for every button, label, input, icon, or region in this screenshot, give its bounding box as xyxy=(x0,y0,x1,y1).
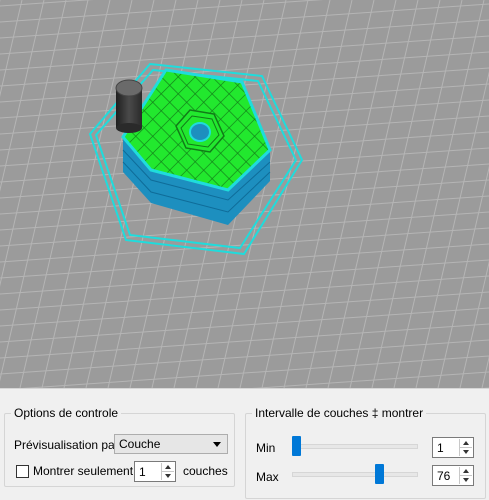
layer-range-title: Intervalle de couches ‡ montrer xyxy=(252,406,427,420)
spin-down-button[interactable] xyxy=(460,476,472,484)
preview-by-label: Prévisualisation par xyxy=(14,438,119,452)
max-layer-value: 76 xyxy=(437,469,451,483)
chevron-down-icon xyxy=(213,442,221,447)
layers-unit-label: couches xyxy=(183,464,228,478)
grid-line xyxy=(0,3,489,39)
3d-preview-viewport[interactable] xyxy=(0,0,489,388)
grid-line xyxy=(283,0,375,388)
max-label: Max xyxy=(256,470,279,484)
max-layer-slider[interactable] xyxy=(292,464,418,484)
arrow-up-icon xyxy=(165,465,171,469)
min-layer-spinner[interactable]: 1 xyxy=(432,437,474,458)
arrow-down-icon xyxy=(463,450,469,454)
grid-line xyxy=(459,260,489,388)
3d-scene[interactable] xyxy=(0,0,489,388)
spin-up-button[interactable] xyxy=(460,439,472,448)
max-layer-spinner[interactable]: 76 xyxy=(432,465,474,486)
spin-down-button[interactable] xyxy=(162,472,174,480)
grid-line xyxy=(371,0,463,388)
spin-up-button[interactable] xyxy=(162,463,174,472)
grid-line xyxy=(251,371,489,388)
spin-up-button[interactable] xyxy=(460,467,472,476)
show-only-count-spinner[interactable]: 1 xyxy=(134,461,176,482)
grid-line xyxy=(0,323,489,359)
control-options-group: Options de controle Prévisualisation par… xyxy=(4,406,235,487)
arrow-up-icon xyxy=(463,441,469,445)
show-only-label: Montrer seulement xyxy=(33,464,134,478)
grid-line xyxy=(0,259,489,295)
grid-line xyxy=(0,51,489,87)
grid-line xyxy=(0,307,489,343)
spin-down-button[interactable] xyxy=(460,448,472,456)
grid-line xyxy=(0,35,489,71)
purge-tower xyxy=(115,79,143,133)
preview-mode-value: Couche xyxy=(119,437,161,451)
model-center-hole xyxy=(189,122,211,142)
arrow-down-icon xyxy=(165,474,171,478)
min-layer-value: 1 xyxy=(437,441,444,455)
slider-thumb[interactable] xyxy=(292,436,301,456)
min-layer-slider[interactable] xyxy=(292,436,418,456)
preview-mode-select[interactable]: Couche xyxy=(114,434,228,454)
slider-track xyxy=(292,444,418,449)
grid-line xyxy=(0,19,489,55)
slider-track xyxy=(292,472,418,477)
grid-line xyxy=(63,0,155,388)
control-options-title: Options de controle xyxy=(11,406,122,420)
min-label: Min xyxy=(256,441,276,455)
grid-line xyxy=(305,0,397,388)
printed-model xyxy=(88,62,304,256)
grid-line xyxy=(21,355,489,388)
show-only-checkbox[interactable] xyxy=(16,465,29,478)
grid-line xyxy=(0,0,89,382)
show-only-count-value: 1 xyxy=(139,465,146,479)
preview-controls-panel: Options de controle Prévisualisation par… xyxy=(0,388,489,500)
grid-line xyxy=(19,0,111,388)
grid-line xyxy=(0,227,489,263)
grid-line xyxy=(0,291,489,327)
grid-line xyxy=(0,0,45,192)
layer-range-group: Intervalle de couches ‡ montrer Min 1 Ma… xyxy=(245,406,486,499)
grid-line xyxy=(437,165,489,388)
arrow-up-icon xyxy=(463,469,469,473)
arrow-down-icon xyxy=(463,478,469,482)
slider-thumb[interactable] xyxy=(375,464,384,484)
